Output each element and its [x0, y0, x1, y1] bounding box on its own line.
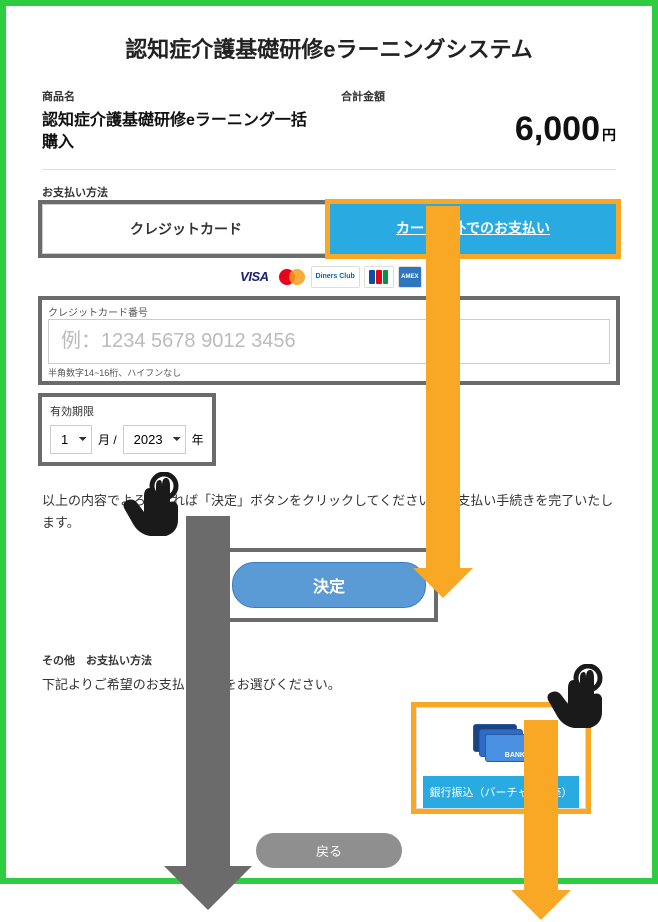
submit-button[interactable]: 決定 — [232, 562, 426, 608]
submit-highlight: 決定 — [224, 552, 434, 618]
touch-pointer-icon — [540, 664, 610, 744]
expiry-month-unit: 月 / — [98, 431, 117, 448]
payment-method-label: お支払い方法 — [42, 184, 616, 200]
page-title: 認知症介護基礎研修eラーニングシステム — [42, 32, 616, 64]
jcb-icon — [364, 266, 394, 288]
total-unit: 円 — [602, 127, 616, 143]
diners-icon: Diners Club — [311, 266, 360, 288]
payment-tabs: クレジットカード カード以外でのお支払い — [42, 204, 616, 254]
tab-credit-card[interactable]: クレジットカード — [42, 204, 330, 254]
total-label: 合計金額 — [341, 88, 616, 104]
card-number-block: クレジットカード番号 半角数字14~16桁、ハイフンなし — [42, 300, 616, 381]
expiry-year-select[interactable]: 2023 — [123, 425, 186, 454]
other-heading: その他 お支払い方法 — [42, 652, 616, 668]
back-button[interactable]: 戻る — [256, 833, 402, 868]
card-number-label: クレジットカード番号 — [48, 304, 610, 319]
card-number-input[interactable] — [48, 319, 610, 364]
expiry-month-select[interactable]: 1 — [50, 425, 92, 454]
expiry-label: 有効期限 — [50, 403, 204, 419]
expiry-year-unit: 年 — [192, 431, 204, 448]
visa-icon: VISA — [236, 266, 272, 288]
annotation-arrow-orange — [426, 206, 460, 598]
annotation-arrow-orange-2 — [524, 720, 558, 920]
product-label: 商品名 — [42, 88, 317, 104]
expiry-block: 有効期限 1 月 / 2023 年 — [42, 397, 212, 462]
page-frame: 認知症介護基礎研修eラーニングシステム 商品名 認知症介護基礎研修eラーニング一… — [0, 0, 658, 884]
other-desc: 下記よりご希望のお支払い方法をお選びください。 — [42, 674, 616, 693]
card-number-hint: 半角数字14~16桁、ハイフンなし — [48, 366, 610, 379]
amex-icon: AMEX — [398, 266, 422, 288]
annotation-arrow-gray — [186, 516, 230, 906]
total-amount: 6,000 — [515, 110, 600, 149]
touch-pointer-icon — [116, 472, 186, 552]
product-name: 認知症介護基礎研修eラーニング一括購入 — [42, 110, 317, 155]
mastercard-icon — [277, 266, 307, 288]
card-brand-row: VISA Diners Club AMEX — [42, 266, 616, 288]
tab-other-payment[interactable]: カード以外でのお支払い — [330, 204, 616, 254]
